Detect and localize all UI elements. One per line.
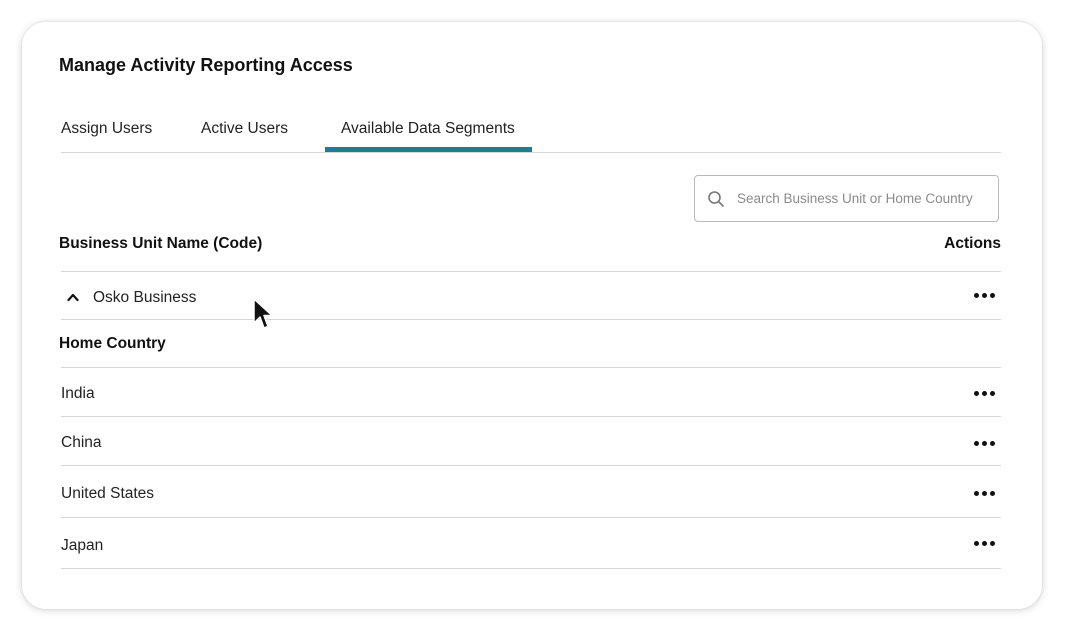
country-name: China — [61, 434, 102, 451]
table-row[interactable]: China — [61, 416, 1001, 466]
dialog-title: Manage Activity Reporting Access — [59, 55, 353, 75]
business-unit-row[interactable]: Osko Business — [61, 271, 1001, 320]
tab-bar: Assign Users Active Users Available Data… — [61, 116, 1001, 153]
column-header-business-unit: Business Unit Name (Code) — [59, 235, 263, 252]
actions-menu-button[interactable] — [974, 440, 996, 448]
actions-menu-button[interactable] — [974, 540, 996, 548]
home-country-subheader-row: Home Country — [59, 319, 1001, 368]
search-box[interactable] — [694, 175, 999, 222]
manage-access-card: Manage Activity Reporting Access Assign … — [22, 22, 1042, 609]
tab-active-users[interactable]: Active Users — [201, 120, 288, 138]
actions-menu-button[interactable] — [974, 390, 996, 398]
table-row[interactable]: United States — [61, 465, 1001, 518]
country-name: Japan — [61, 537, 104, 554]
business-unit-name: Osko Business — [93, 289, 197, 306]
table-row[interactable]: Japan — [61, 517, 1001, 569]
table-bottom-divider — [61, 568, 1001, 569]
country-name: India — [61, 385, 95, 402]
country-name: United States — [61, 485, 155, 502]
mouse-pointer-icon — [253, 298, 273, 329]
actions-menu-button[interactable] — [974, 292, 996, 300]
actions-menu-button[interactable] — [974, 490, 996, 498]
active-tab-indicator — [325, 147, 532, 152]
tab-assign-users[interactable]: Assign Users — [61, 120, 152, 138]
column-header-actions: Actions — [944, 235, 1001, 252]
search-input[interactable] — [737, 186, 987, 210]
home-country-subheader: Home Country — [59, 335, 166, 352]
search-icon — [708, 191, 724, 207]
table-row[interactable]: India — [61, 367, 1001, 417]
chevron-up-icon[interactable] — [67, 292, 79, 302]
tab-available-data-segments[interactable]: Available Data Segments — [341, 120, 515, 138]
